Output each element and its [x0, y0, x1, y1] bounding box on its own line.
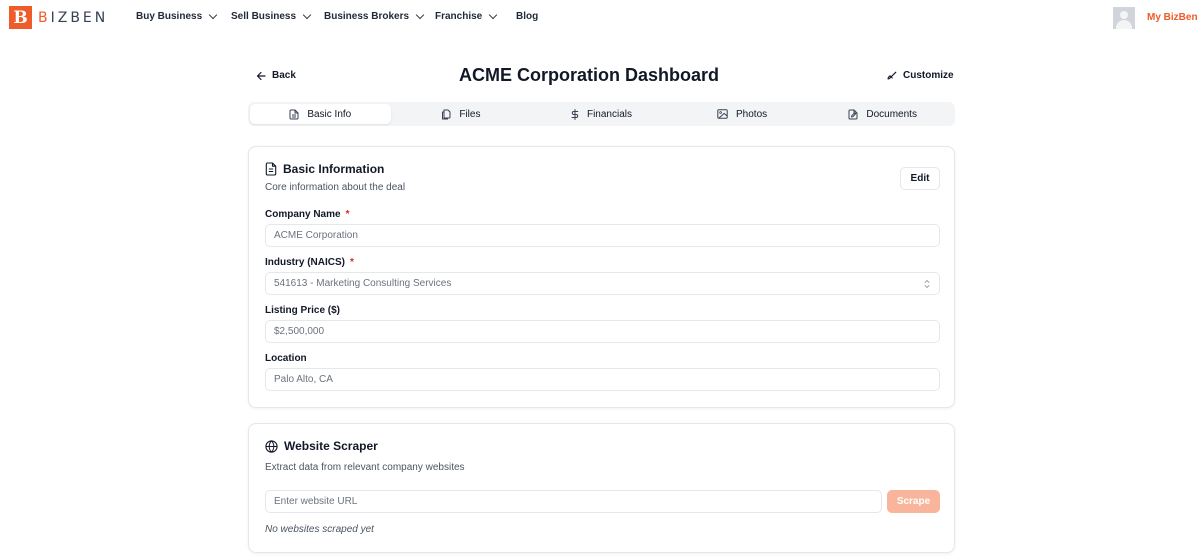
- nav-blog[interactable]: Blog: [516, 11, 538, 22]
- location-value: Palo Alto, CA: [274, 374, 333, 385]
- globe-icon: [265, 439, 278, 453]
- basic-information-card: Basic Information Core information about…: [248, 146, 955, 408]
- website-url-input[interactable]: [265, 490, 882, 513]
- company-name-label-text: Company Name: [265, 209, 341, 220]
- listing-price-label: Listing Price ($): [265, 305, 341, 316]
- image-icon: [717, 109, 728, 119]
- nav-sell-business[interactable]: Sell Business: [231, 10, 312, 22]
- website-scraper-card: Website Scraper Extract data from releva…: [248, 423, 955, 553]
- avatar-head: [1120, 11, 1128, 19]
- tab-photos[interactable]: Photos: [672, 104, 813, 124]
- industry-label-text: Industry (NAICS): [265, 257, 345, 268]
- industry-label: Industry (NAICS) *: [265, 257, 354, 268]
- nav-buy-business[interactable]: Buy Business: [136, 10, 218, 22]
- company-name-label: Company Name *: [265, 209, 349, 220]
- chevron-up-down-icon: [924, 280, 930, 288]
- scrape-button[interactable]: Scrape: [887, 490, 940, 513]
- tab-financials-label: Financials: [586, 108, 632, 120]
- basic-information-description: Core information about the deal: [265, 182, 406, 193]
- company-name-field[interactable]: ACME Corporation: [265, 224, 940, 247]
- nav-sell-business-label: Sell Business: [231, 11, 297, 22]
- nav-blog-label: Blog: [516, 11, 539, 22]
- website-scraper-description: Extract data from relevant company websi…: [265, 462, 465, 473]
- nav-franchise[interactable]: Franchise: [435, 10, 498, 22]
- website-scraper-title-text: Website Scraper: [284, 439, 378, 453]
- logo-wordmark-first: B: [38, 9, 51, 26]
- tab-documents-label: Documents: [866, 108, 917, 120]
- listing-price-field[interactable]: $2,500,000: [265, 320, 940, 343]
- file-text-icon: [265, 162, 277, 176]
- basic-information-title-text: Basic Information: [283, 162, 385, 176]
- logo-wordmark: BIZBEN: [38, 10, 108, 26]
- required-marker: *: [345, 209, 350, 220]
- industry-select[interactable]: 541613 - Marketing Consulting Services: [265, 272, 940, 295]
- company-name-value: ACME Corporation: [274, 230, 358, 241]
- chevron-down-icon: [489, 10, 498, 20]
- dollar-icon: [571, 108, 579, 120]
- tab-bar: Basic Info Files Financials Photos Docum…: [248, 102, 955, 126]
- website-scraper-title: Website Scraper: [265, 439, 378, 453]
- file-text-icon: [289, 109, 299, 119]
- nav-buy-business-label: Buy Business: [136, 11, 203, 22]
- avatar-body: [1116, 20, 1132, 29]
- top-nav: B BIZBEN Buy Business Sell Business Busi…: [0, 0, 1200, 36]
- edit-button[interactable]: Edit: [900, 167, 940, 190]
- tab-basic-info-label: Basic Info: [307, 108, 352, 120]
- location-label: Location: [265, 353, 307, 364]
- basic-information-title: Basic Information: [265, 162, 384, 176]
- empty-state-note: No websites scraped yet: [265, 524, 374, 535]
- chevron-down-icon: [302, 10, 312, 20]
- bizben-logo[interactable]: B BIZBEN: [9, 6, 108, 29]
- nav-franchise-label: Franchise: [435, 11, 483, 22]
- required-marker: *: [350, 257, 354, 268]
- chevron-down-icon: [208, 10, 218, 20]
- nav-business-brokers-label: Business Brokers: [324, 11, 410, 22]
- tab-documents[interactable]: Documents: [812, 104, 953, 124]
- files-icon: [442, 109, 451, 119]
- paintbrush-icon: [887, 71, 897, 79]
- chevron-down-icon: [415, 10, 425, 20]
- avatar[interactable]: [1113, 7, 1135, 29]
- listing-price-value: $2,500,000: [274, 326, 325, 337]
- my-bizben-link[interactable]: My BizBen: [1147, 12, 1198, 23]
- customize-label: Customize: [903, 70, 954, 81]
- nav-business-brokers[interactable]: Business Brokers: [324, 10, 425, 22]
- customize-button[interactable]: Customize: [887, 70, 954, 81]
- tab-files[interactable]: Files: [391, 104, 532, 124]
- tab-basic-info[interactable]: Basic Info: [250, 104, 391, 124]
- tab-photos-label: Photos: [736, 108, 768, 120]
- page-title: ACME Corporation Dashboard: [458, 65, 719, 85]
- industry-value: 541613 - Marketing Consulting Services: [274, 278, 452, 289]
- tab-financials[interactable]: Financials: [531, 104, 672, 124]
- location-field[interactable]: Palo Alto, CA: [265, 368, 940, 391]
- logo-wordmark-rest: IZBEN: [50, 9, 109, 26]
- logo-mark: B: [9, 6, 32, 29]
- tab-files-label: Files: [459, 108, 481, 120]
- document-edit-icon: [848, 109, 858, 119]
